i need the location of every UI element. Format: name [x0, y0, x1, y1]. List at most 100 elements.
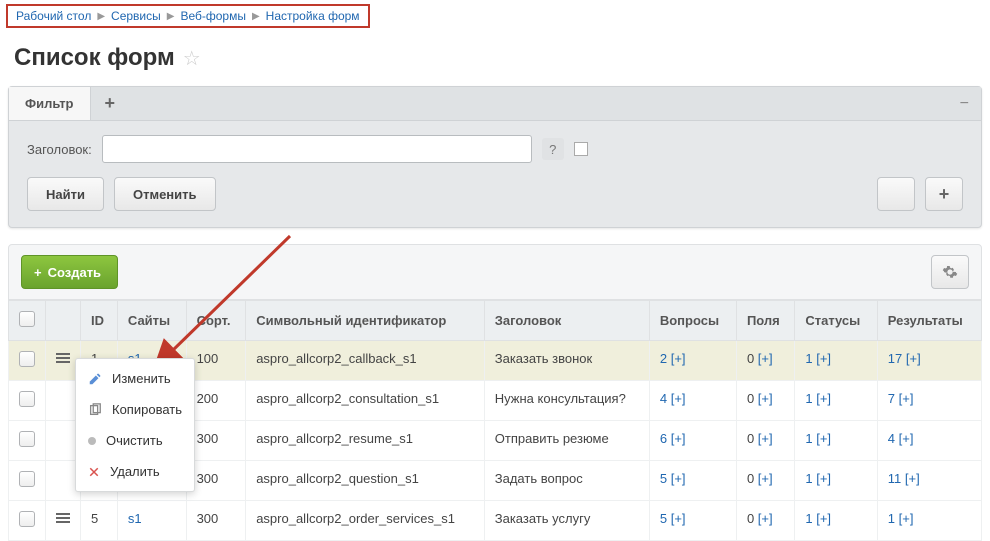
cell-results: 7 [+]	[877, 381, 981, 421]
add-result-link[interactable]: [+]	[906, 351, 921, 366]
add-status-link[interactable]: [+]	[816, 431, 831, 446]
cell-sid: aspro_allcorp2_consultation_s1	[246, 381, 485, 421]
add-filter-tab-button[interactable]: +	[91, 87, 130, 120]
statuses-link[interactable]: 1	[805, 351, 812, 366]
row-menu-button[interactable]	[56, 351, 70, 365]
col-sid[interactable]: Символьный идентификатор	[246, 301, 485, 341]
cell-title: Заказать услугу	[484, 501, 649, 541]
filter-checkbox[interactable]	[574, 142, 588, 156]
cell-fields: 0 [+]	[736, 461, 794, 501]
col-sites[interactable]: Сайты	[117, 301, 186, 341]
site-link[interactable]: s1	[128, 511, 142, 526]
row-checkbox[interactable]	[19, 511, 35, 527]
row-menu-button[interactable]	[56, 511, 70, 525]
copy-icon	[88, 403, 102, 417]
add-question-link[interactable]: [+]	[671, 431, 686, 446]
add-field-link[interactable]: [+]	[758, 351, 773, 366]
crumb-desktop[interactable]: Рабочий стол	[16, 9, 91, 23]
tab-filter[interactable]: Фильтр	[9, 87, 91, 120]
grid-settings-button[interactable]	[931, 255, 969, 289]
add-result-link[interactable]: [+]	[899, 431, 914, 446]
add-question-link[interactable]: [+]	[671, 511, 686, 526]
cell-title: Отправить резюме	[484, 421, 649, 461]
questions-link[interactable]: 4	[660, 391, 667, 406]
cancel-button[interactable]: Отменить	[114, 177, 216, 211]
col-fields[interactable]: Поля	[736, 301, 794, 341]
col-results[interactable]: Результаты	[877, 301, 981, 341]
crumb-services[interactable]: Сервисы	[111, 9, 161, 23]
col-id[interactable]: ID	[81, 301, 118, 341]
plus-icon: +	[34, 265, 42, 280]
statuses-link[interactable]: 1	[805, 511, 812, 526]
results-link[interactable]: 4	[888, 431, 895, 446]
col-sort[interactable]: Сорт.	[186, 301, 246, 341]
row-checkbox[interactable]	[19, 351, 35, 367]
create-button[interactable]: + Создать	[21, 255, 118, 289]
menu-copy[interactable]: Копировать	[76, 394, 194, 425]
row-checkbox[interactable]	[19, 391, 35, 407]
col-questions[interactable]: Вопросы	[649, 301, 736, 341]
col-statuses[interactable]: Статусы	[795, 301, 877, 341]
cell-statuses: 1 [+]	[795, 461, 877, 501]
filter-add-button[interactable]: +	[925, 177, 963, 211]
cell-id: 5	[81, 501, 118, 541]
results-link[interactable]: 11	[888, 471, 902, 486]
add-field-link[interactable]: [+]	[758, 511, 773, 526]
menu-clear-label: Очистить	[106, 433, 163, 448]
menu-clear[interactable]: Очистить	[76, 425, 194, 456]
results-link[interactable]: 7	[888, 391, 895, 406]
add-question-link[interactable]: [+]	[671, 471, 686, 486]
statuses-link[interactable]: 1	[805, 471, 812, 486]
page-title: Список форм	[14, 44, 175, 72]
questions-link[interactable]: 2	[660, 351, 667, 366]
filter-panel: Фильтр + − Заголовок: ? Найти Отменить +	[8, 86, 982, 228]
add-result-link[interactable]: [+]	[899, 391, 914, 406]
statuses-link[interactable]: 1	[805, 391, 812, 406]
filter-title-input[interactable]	[102, 135, 532, 163]
cell-statuses: 1 [+]	[795, 341, 877, 381]
results-link[interactable]: 17	[888, 351, 902, 366]
grid-toolbar: + Создать	[8, 244, 982, 300]
add-field-link[interactable]: [+]	[758, 431, 773, 446]
add-status-link[interactable]: [+]	[816, 391, 831, 406]
statuses-link[interactable]: 1	[805, 431, 812, 446]
questions-link[interactable]: 5	[660, 511, 667, 526]
row-context-menu: Изменить Копировать Очистить Удалить	[75, 358, 195, 492]
add-field-link[interactable]: [+]	[758, 471, 773, 486]
cell-sid: aspro_allcorp2_callback_s1	[246, 341, 485, 381]
add-field-link[interactable]: [+]	[758, 391, 773, 406]
row-checkbox[interactable]	[19, 471, 35, 487]
cell-results: 17 [+]	[877, 341, 981, 381]
add-question-link[interactable]: [+]	[671, 391, 686, 406]
results-link[interactable]: 1	[888, 511, 895, 526]
col-header[interactable]: Заголовок	[484, 301, 649, 341]
collapse-filter-icon[interactable]: −	[960, 95, 969, 113]
cell-fields: 0 [+]	[736, 501, 794, 541]
filter-settings-button[interactable]	[877, 177, 915, 211]
cell-sort: 300	[186, 421, 246, 461]
add-status-link[interactable]: [+]	[816, 351, 831, 366]
cell-questions: 5 [+]	[649, 461, 736, 501]
questions-link[interactable]: 6	[660, 431, 667, 446]
favorite-star-icon[interactable]: ☆	[183, 46, 201, 71]
find-button[interactable]: Найти	[27, 177, 104, 211]
questions-link[interactable]: 5	[660, 471, 667, 486]
gear-icon	[942, 264, 958, 280]
help-icon[interactable]: ?	[542, 138, 564, 160]
menu-edit-label: Изменить	[112, 371, 171, 386]
add-question-link[interactable]: [+]	[671, 351, 686, 366]
cell-fields: 0 [+]	[736, 421, 794, 461]
menu-delete[interactable]: Удалить	[76, 456, 194, 487]
menu-edit[interactable]: Изменить	[76, 363, 194, 394]
menu-copy-label: Копировать	[112, 402, 182, 417]
add-result-link[interactable]: [+]	[905, 471, 920, 486]
crumb-formsettings[interactable]: Настройка форм	[266, 9, 360, 23]
cell-questions: 5 [+]	[649, 501, 736, 541]
cell-statuses: 1 [+]	[795, 381, 877, 421]
row-checkbox[interactable]	[19, 431, 35, 447]
select-all-checkbox[interactable]	[19, 311, 35, 327]
add-result-link[interactable]: [+]	[899, 511, 914, 526]
add-status-link[interactable]: [+]	[816, 511, 831, 526]
crumb-webforms[interactable]: Веб-формы	[180, 9, 246, 23]
add-status-link[interactable]: [+]	[816, 471, 831, 486]
